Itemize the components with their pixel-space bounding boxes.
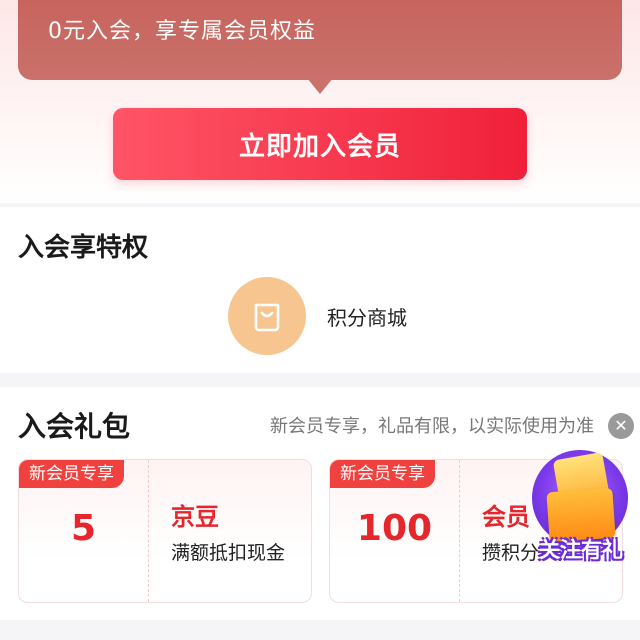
- privilege-label: 积分商城: [327, 305, 407, 330]
- coupon-name: 会员: [482, 503, 530, 531]
- coupon-amount: 100: [356, 508, 433, 549]
- coupon-divider: [148, 460, 149, 602]
- coupon-description: 满额抵扣现金: [171, 542, 286, 564]
- privileges-section: 入会享特权 积分商城: [0, 207, 640, 373]
- membership-header: 0元入会，享专属会员权益 立即加入会员: [0, 0, 640, 203]
- coupon-amount: 5: [70, 508, 97, 549]
- coupon-divider: [459, 460, 460, 602]
- coupon-card[interactable]: 新会员专享 5 京豆 满额抵扣现金: [18, 459, 312, 603]
- coupon-name: 京豆: [171, 503, 219, 531]
- coupon-tag: 新会员专享: [19, 460, 124, 488]
- shopping-bag-icon: [228, 277, 306, 355]
- gift-package-title: 入会礼包: [18, 410, 131, 443]
- membership-banner: 0元入会，享专属会员权益: [18, 0, 622, 80]
- privilege-item-points-mall[interactable]: 积分商城: [228, 277, 407, 355]
- banner-text: 0元入会，享专属会员权益: [48, 19, 316, 44]
- coupon-tag: 新会员专享: [330, 460, 435, 488]
- close-icon[interactable]: ✕: [608, 413, 634, 439]
- privileges-title: 入会享特权: [18, 233, 149, 263]
- join-membership-button[interactable]: 立即加入会员: [113, 108, 527, 180]
- follow-gift-label: 关注有礼: [539, 538, 623, 562]
- banner-pointer: [307, 78, 333, 94]
- gift-package-note: 新会员专享，礼品有限，以实际使用为准: [270, 416, 594, 437]
- follow-gift-widget[interactable]: 关注有礼: [526, 450, 636, 568]
